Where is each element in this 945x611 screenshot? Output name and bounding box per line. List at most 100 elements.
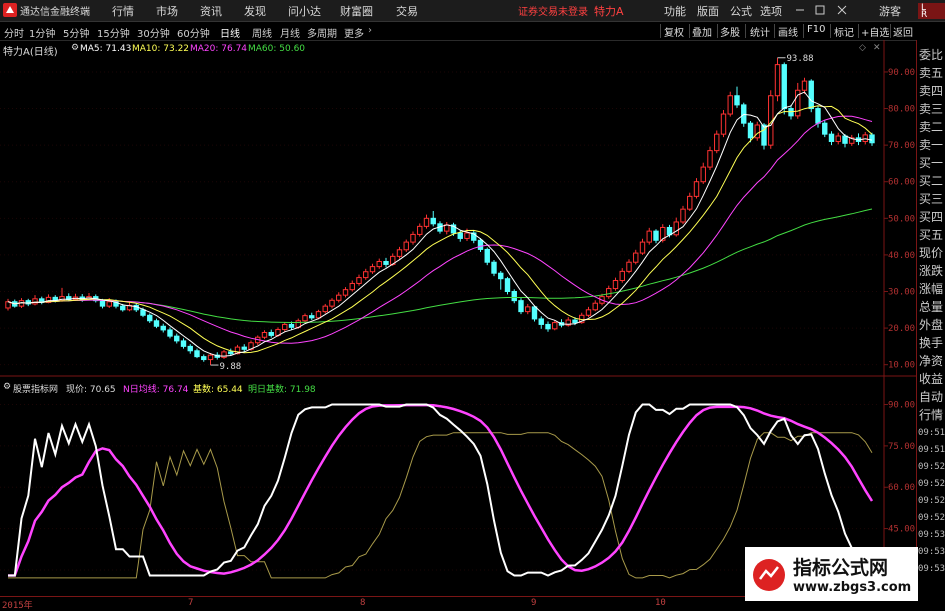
sidebar-item-14[interactable]: 总量 [919, 298, 943, 315]
sidebar-item-11[interactable]: 现价 [919, 244, 943, 261]
tab-weekly[interactable]: 周线 [252, 25, 272, 40]
menu-news[interactable]: 资讯 [200, 3, 222, 19]
menu-discover[interactable]: 发现 [244, 3, 266, 19]
candle-body [538, 318, 544, 325]
candle-body [815, 108, 821, 124]
tab-15min[interactable]: 15分钟 [97, 25, 130, 40]
candle-body [457, 232, 463, 239]
candle-body [430, 217, 436, 225]
candle-body [376, 260, 382, 268]
menu-quotes[interactable]: 行情 [112, 3, 134, 19]
guest-label[interactable]: 游客 [879, 3, 901, 19]
tab-1min[interactable]: 1分钟 [29, 25, 55, 40]
multi-stock-button[interactable]: 多股 [720, 24, 740, 39]
adjust-button[interactable]: 复权 [664, 24, 684, 39]
y-tick-label: 50.00 [888, 214, 915, 224]
indicator-gear-icon[interactable]: ⚙ [3, 382, 11, 392]
candle-body [862, 134, 868, 142]
tab-more[interactable]: 更多 [344, 25, 364, 40]
statistics-button[interactable]: 统计 [750, 24, 770, 39]
candle-body [498, 272, 504, 280]
y-tick-label: 10.00 [888, 361, 915, 371]
candle-body [315, 311, 322, 319]
candle-body [666, 226, 673, 236]
candle-body [383, 260, 389, 265]
menu-ask-xiaoda[interactable]: 问小达 [288, 3, 321, 19]
overlay-button[interactable]: 叠加 [692, 24, 712, 39]
candle-body [774, 64, 781, 97]
candle-body [464, 232, 470, 239]
y-tick-label: 40.00 [888, 251, 915, 261]
sidebar-time-8: 09:53 [918, 564, 945, 574]
tab-30min[interactable]: 30分钟 [137, 25, 170, 40]
tab-daily[interactable]: 日线 [220, 25, 240, 40]
candle-body [673, 221, 679, 236]
menu-trade[interactable]: 交易 [396, 3, 418, 19]
candle-body [626, 261, 632, 272]
candle-body [147, 314, 153, 322]
window-controls[interactable] [794, 4, 854, 16]
sidebar-item-13[interactable]: 涨幅 [919, 280, 943, 297]
kline-chart[interactable]: 90.00 80.00 70.00 60.00 50.00 40.00 30.00 20.00… [0, 40, 916, 596]
indicator-price: 现价: 70.65 [66, 385, 116, 395]
x-label-sep: 9 [531, 598, 537, 608]
sidebar-item-3[interactable]: 卖三 [919, 100, 943, 117]
sidebar-item-9[interactable]: 买四 [919, 208, 943, 225]
low-price-label: 9.88 [220, 362, 242, 372]
corner-lr-badge[interactable]: L R [918, 3, 945, 20]
sidebar-item-4[interactable]: 卖二 [919, 118, 943, 135]
indicator-base: 基数: 65.44 [193, 385, 243, 395]
candle-body [754, 124, 760, 139]
menu-layout[interactable]: 版面 [697, 3, 719, 19]
tab-5min[interactable]: 5分钟 [63, 25, 89, 40]
sidebar-item-6[interactable]: 买一 [919, 154, 943, 171]
sidebar-item-18[interactable]: 收益 [919, 370, 943, 387]
sidebar-item-20[interactable]: 行情 [919, 406, 943, 423]
sidebar-item-10[interactable]: 买五 [919, 226, 943, 243]
sidebar-item-5[interactable]: 卖一 [919, 136, 943, 153]
candle-body [187, 345, 193, 352]
sidebar-item-7[interactable]: 买二 [919, 172, 943, 189]
tab-multi-period[interactable]: 多周期 [307, 25, 337, 40]
candle-body [484, 248, 490, 263]
sidebar-item-8[interactable]: 买三 [919, 190, 943, 207]
sidebar-item-19[interactable]: 自动 [919, 388, 943, 405]
candle-body [160, 325, 166, 331]
candle-body [525, 306, 531, 313]
quote-sidebar: 委比 卖五 卖四 卖三 卖二 卖一 买一 买二 买三 买四 买五 现价 涨跌 涨幅 总量 外盘 换手 净资 收益 自动… [916, 40, 945, 596]
menu-wealth-circle[interactable]: 财富圈 [340, 3, 373, 19]
candle-body [140, 309, 146, 316]
sidebar-item-0[interactable]: 委比 [919, 46, 943, 63]
candle-body [592, 302, 598, 311]
sidebar-item-15[interactable]: 外盘 [919, 316, 943, 333]
sidebar-item-2[interactable]: 卖四 [919, 82, 943, 99]
menu-market[interactable]: 市场 [156, 3, 178, 19]
back-button[interactable]: 返回 [893, 24, 913, 39]
sidebar-item-17[interactable]: 净资 [919, 352, 943, 369]
candle-body [363, 271, 369, 279]
candle-body [747, 122, 754, 139]
tab-monthly[interactable]: 月线 [280, 25, 300, 40]
mark-button[interactable]: 标记 [834, 24, 854, 39]
candle-body [491, 261, 497, 274]
sidebar-item-12[interactable]: 涨跌 [919, 262, 943, 279]
sidebar-item-1[interactable]: 卖五 [919, 64, 943, 81]
menu-formula[interactable]: 公式 [730, 3, 752, 19]
menu-options[interactable]: 选项 [760, 3, 782, 19]
sidebar-time-5: 09:52 [918, 513, 945, 523]
f10-button[interactable]: F10 [807, 24, 825, 35]
chevron-right-icon[interactable]: › [368, 25, 372, 36]
tab-60min[interactable]: 60分钟 [177, 25, 210, 40]
tab-intraday[interactable]: 分时 [4, 25, 24, 40]
candle-body [477, 239, 484, 250]
candle-body [349, 282, 355, 291]
sidebar-item-16[interactable]: 换手 [919, 334, 943, 351]
candle-body [99, 300, 106, 307]
draw-line-button[interactable]: 画线 [778, 24, 798, 39]
candle-body [241, 346, 247, 350]
add-watchlist-button[interactable]: +自选 [861, 24, 889, 39]
candle-body [612, 280, 619, 290]
menu-function[interactable]: 功能 [664, 3, 686, 19]
candle-body [788, 108, 794, 117]
candle-body [693, 181, 700, 197]
